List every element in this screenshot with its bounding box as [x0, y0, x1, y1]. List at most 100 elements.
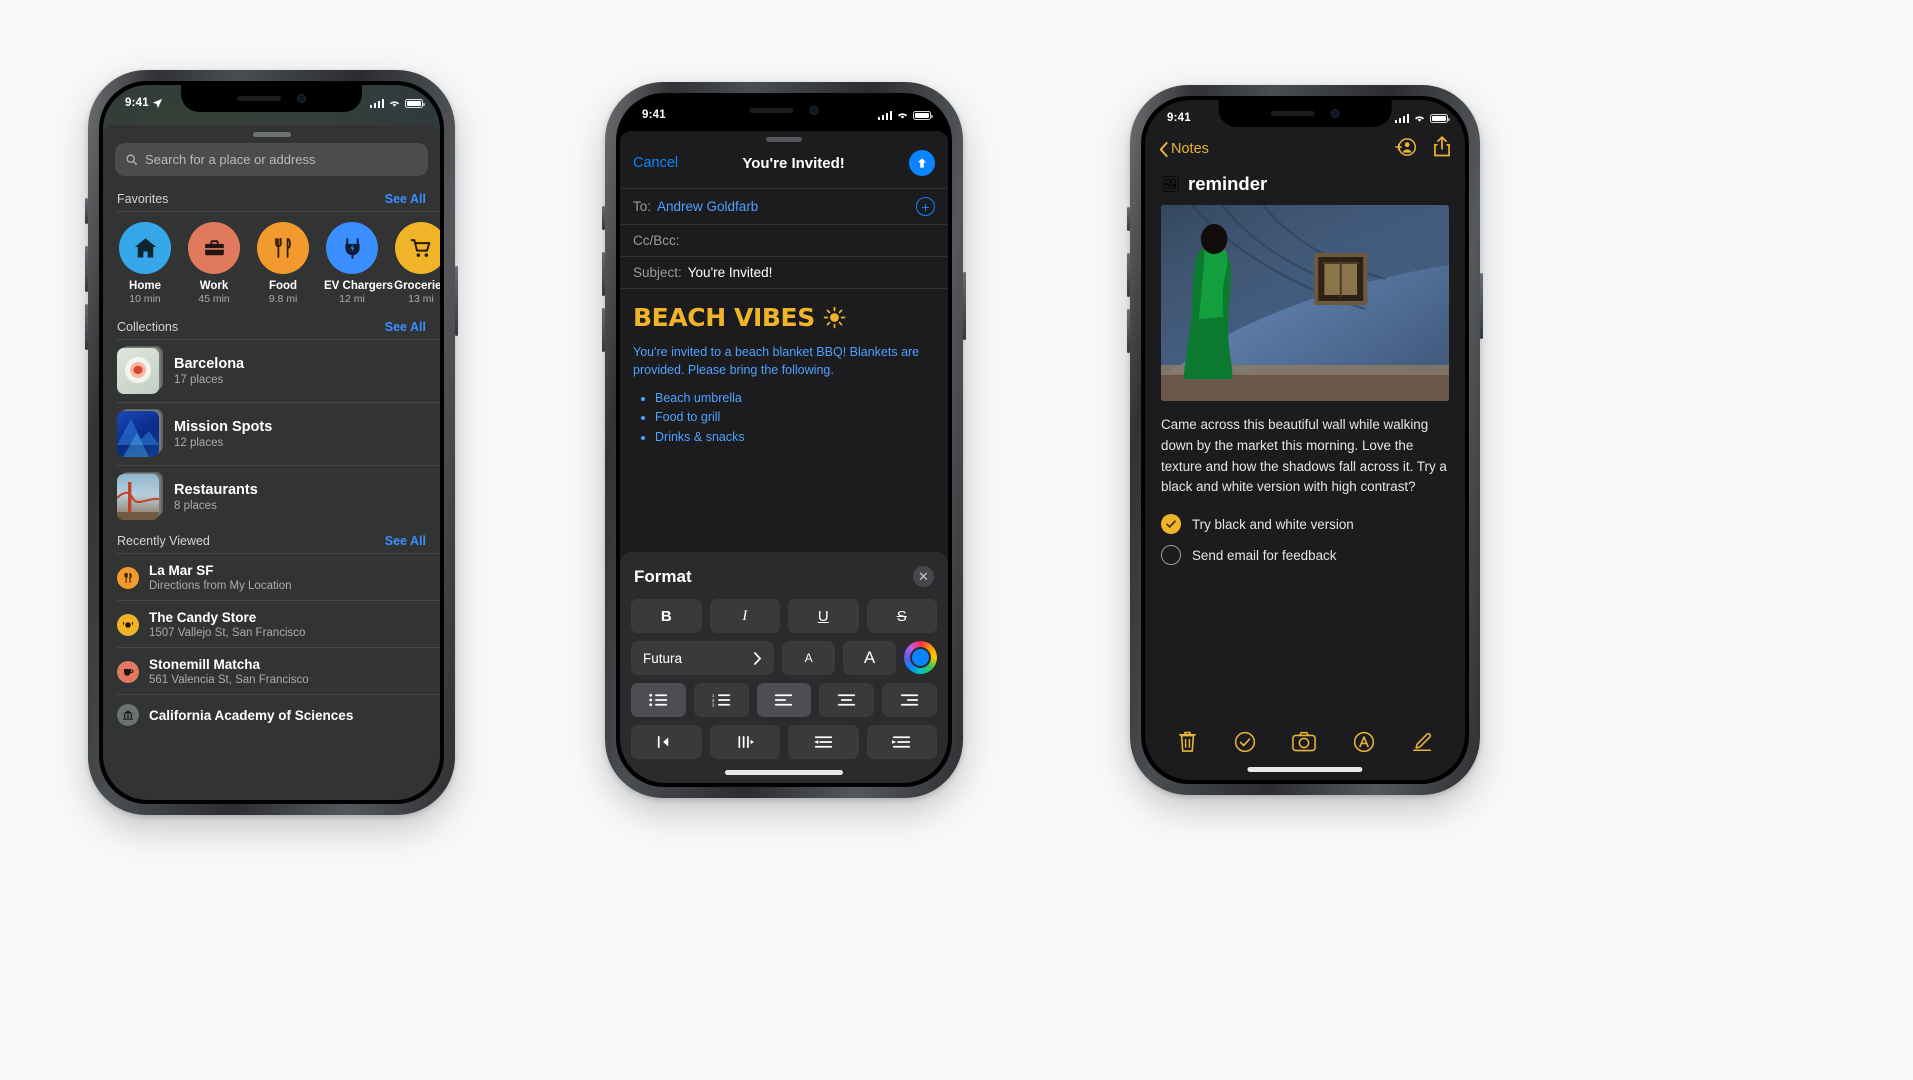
checkbox-checked-icon[interactable] [1161, 514, 1181, 535]
collection-row[interactable]: Mission Spots 12 places [103, 403, 440, 465]
camera-icon[interactable] [1292, 731, 1317, 757]
align-right-icon[interactable] [882, 683, 937, 717]
collection-thumbnail [117, 409, 163, 457]
bulleted-list-icon[interactable] [631, 683, 686, 717]
note-body-text[interactable]: Came across this beautiful wall while wa… [1145, 401, 1465, 498]
indent-icon[interactable] [709, 725, 780, 759]
checklist-label: Send email for feedback [1192, 547, 1337, 563]
volume-up-button[interactable] [1127, 253, 1130, 297]
home-icon [119, 222, 171, 274]
underline-button[interactable]: U [788, 599, 859, 633]
align-left-icon[interactable] [756, 683, 812, 717]
cancel-button[interactable]: Cancel [633, 155, 678, 171]
recently-viewed-see-all[interactable]: See All [385, 534, 426, 548]
font-size-large-button[interactable]: A [843, 641, 896, 675]
checklist-item[interactable]: Try black and white version [1161, 514, 1449, 535]
favorites-section-header: Favorites See All [103, 186, 440, 211]
volume-up-button[interactable] [85, 246, 88, 292]
collections-section-header: Collections See All [103, 314, 440, 339]
decrease-indent-icon[interactable] [788, 725, 859, 759]
recent-detail: 1507 Vallejo St, San Francisco [149, 627, 306, 639]
favorite-groceries[interactable]: Groceries 13 mi [393, 222, 440, 305]
favorite-ev-chargers[interactable]: EV Chargers 12 mi [324, 222, 394, 305]
front-camera [297, 94, 306, 103]
search-input[interactable]: Search for a place or address [115, 143, 428, 176]
recent-name: Stonemill Matcha [149, 657, 261, 672]
power-button[interactable] [963, 272, 966, 340]
collection-name: Barcelona [174, 356, 245, 372]
collection-count: 12 places [174, 437, 224, 449]
favorite-name: EV Chargers [324, 280, 394, 292]
status-indicators [877, 110, 933, 120]
volume-down-button[interactable] [1127, 309, 1130, 353]
collection-row[interactable]: Restaurants 8 places [103, 466, 440, 528]
checklist-icon[interactable] [1234, 731, 1256, 758]
compose-icon[interactable] [1411, 731, 1433, 758]
mute-switch[interactable] [602, 206, 605, 230]
home-indicator[interactable] [724, 770, 844, 775]
increase-indent-icon[interactable] [866, 725, 937, 759]
museum-icon [117, 704, 139, 726]
markup-icon[interactable] [1353, 731, 1375, 758]
add-people-icon[interactable] [1393, 137, 1417, 162]
checkbox-unchecked-icon[interactable] [1161, 545, 1181, 566]
notes-screen: 9:41 Notes 🖼 reminder Came across this b… [1145, 100, 1465, 780]
collection-row[interactable]: Barcelona 17 places [103, 340, 440, 402]
to-value[interactable]: Andrew Goldfarb [657, 199, 758, 214]
subject-value[interactable]: You're Invited! [688, 265, 773, 280]
align-center-icon[interactable] [819, 683, 875, 717]
recent-item[interactable]: Stonemill Matcha 561 Valencia St, San Fr… [103, 648, 440, 694]
collection-text: Restaurants 8 places [174, 482, 258, 512]
favorite-work[interactable]: Work 45 min [186, 222, 242, 305]
favorites-row[interactable]: Home 10 min Work 45 min Food 9.8 mi EV C… [103, 212, 440, 314]
collections-see-all[interactable]: See All [385, 320, 426, 334]
mute-switch[interactable] [1127, 207, 1130, 231]
mute-switch[interactable] [85, 198, 88, 224]
color-wheel[interactable] [904, 641, 937, 674]
earpiece-speaker [749, 108, 794, 113]
favorite-food[interactable]: Food 9.8 mi [255, 222, 311, 305]
send-button[interactable] [908, 150, 935, 176]
home-indicator[interactable] [1247, 767, 1363, 772]
add-contact-icon[interactable]: + [916, 197, 935, 216]
volume-down-button[interactable] [602, 308, 605, 352]
sheet-grabber[interactable] [252, 132, 291, 137]
note-photo[interactable] [1161, 205, 1449, 401]
recent-text: The Candy Store 1507 Vallejo St, San Fra… [149, 610, 305, 639]
cc-bcc-field[interactable]: Cc/Bcc: [620, 224, 948, 256]
favorites-see-all[interactable]: See All [385, 192, 426, 206]
italic-button[interactable]: I [709, 599, 780, 633]
font-picker[interactable]: Futura [631, 641, 775, 675]
status-time-group: 9:41 [125, 97, 163, 109]
subject-field[interactable]: Subject: You're Invited! [620, 256, 948, 288]
trash-icon[interactable] [1177, 730, 1198, 758]
volume-down-button[interactable] [85, 304, 88, 350]
favorites-label: Favorites [117, 192, 169, 206]
status-indicators [1394, 113, 1450, 123]
bold-button[interactable]: B [631, 599, 702, 633]
close-icon[interactable]: ✕ [913, 566, 934, 587]
power-button[interactable] [455, 266, 458, 336]
email-body[interactable]: BEACH VIBES You're invited to a beach bl… [620, 288, 948, 454]
to-field[interactable]: To: Andrew Goldfarb + [620, 188, 948, 224]
status-time: 9:41 [642, 109, 666, 121]
font-size-small-button[interactable]: A [782, 641, 836, 675]
recent-item[interactable]: The Candy Store 1507 Vallejo St, San Fra… [103, 601, 440, 647]
format-title: Format [634, 566, 692, 586]
power-button[interactable] [1480, 273, 1483, 339]
strikethrough-button[interactable]: S [866, 599, 937, 633]
recent-item[interactable]: California Academy of Sciences [103, 695, 440, 734]
share-icon[interactable] [1433, 136, 1451, 162]
favorite-home[interactable]: Home 10 min [117, 222, 173, 305]
back-to-notes-button[interactable]: Notes [1159, 141, 1209, 157]
volume-up-button[interactable] [602, 252, 605, 296]
checklist-item[interactable]: Send email for feedback [1161, 545, 1449, 566]
sun-icon [823, 306, 846, 329]
recently-viewed-label: Recently Viewed [117, 534, 210, 548]
note-emoji: 🖼 [1161, 176, 1181, 193]
recently-viewed-section-header: Recently Viewed See All [103, 528, 440, 553]
recent-item[interactable]: La Mar SF Directions from My Location [103, 554, 440, 600]
sheet-grabber[interactable] [766, 137, 802, 142]
numbered-list-icon[interactable]: 123 [693, 683, 749, 717]
outdent-icon[interactable] [631, 725, 702, 759]
